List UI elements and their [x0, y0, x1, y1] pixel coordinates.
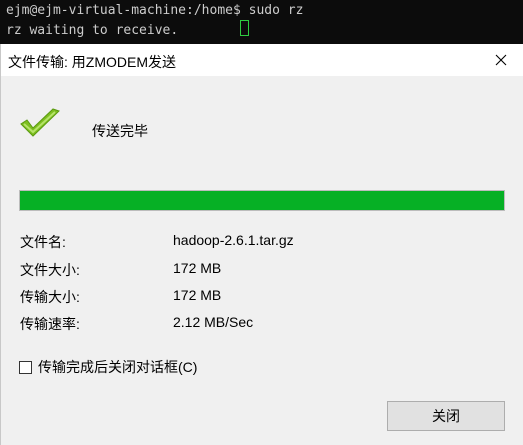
terminal-output-text: rz waiting to receive.	[6, 23, 179, 38]
close-on-complete-checkbox[interactable]: 传输完成后关闭对话框(C)	[19, 357, 197, 377]
progress-fill	[20, 191, 504, 210]
terminal-prompt-line: ejm@ejm-virtual-machine:/home$ sudo rz	[6, 3, 304, 18]
transfer-size-value: 172 MB	[173, 287, 222, 303]
transfer-size-label: 传输大小:	[20, 289, 80, 305]
transfer-rate-label: 传输速率:	[20, 316, 80, 332]
terminal-cursor	[240, 20, 250, 36]
transfer-status: 传送完毕	[92, 123, 148, 139]
file-name-label: 文件名:	[20, 234, 66, 250]
file-size-value: 172 MB	[173, 260, 222, 276]
dialog-title: 文件传输: 用ZMODEM发送	[8, 54, 176, 70]
file-size-label: 文件大小:	[20, 262, 80, 278]
close-button[interactable]: 关闭	[387, 401, 505, 431]
terminal: ejm@ejm-virtual-machine:/home$ sudo rz r…	[0, 0, 523, 44]
terminal-output-line: rz waiting to receive.	[6, 20, 523, 38]
check-icon	[19, 108, 61, 145]
file-transfer-dialog: 文件传输: 用ZMODEM发送 传送完毕 文件名: hadoop-2.6.1.t…	[0, 44, 523, 445]
dialog-titlebar[interactable]: 文件传输: 用ZMODEM发送	[1, 44, 523, 76]
transfer-rate-value: 2.12 MB/Sec	[173, 314, 254, 330]
file-name-value: hadoop-2.6.1.tar.gz	[173, 232, 294, 248]
checkbox-box[interactable]	[19, 360, 32, 374]
checkbox-label[interactable]: 传输完成后关闭对话框(C)	[38, 357, 197, 377]
progress-bar	[19, 190, 505, 211]
close-icon[interactable]	[478, 44, 523, 76]
